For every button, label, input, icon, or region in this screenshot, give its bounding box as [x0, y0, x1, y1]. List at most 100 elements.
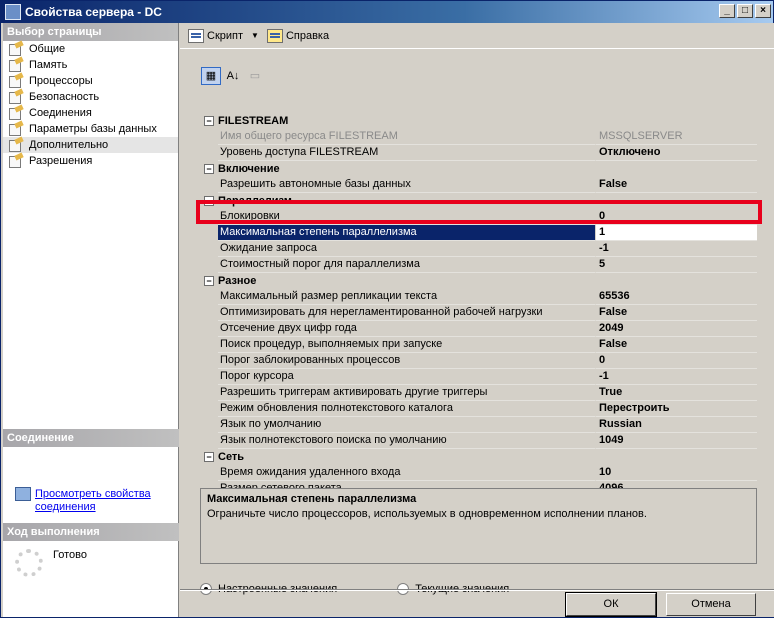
category-header[interactable]: − Включение [200, 161, 757, 177]
page-list: Общие Память Процессоры Безопасность Соедине… [3, 41, 178, 169]
property-row[interactable]: Ожидание запроса -1 [200, 241, 757, 257]
progress-status: Готово [53, 549, 87, 561]
grid-toolbar: ▦ A↓ ▭ [201, 67, 265, 85]
property-value[interactable]: 65536 [596, 289, 757, 305]
highlight-annotation-box [196, 200, 762, 224]
category-header[interactable]: − Сеть [200, 449, 757, 465]
page-item[interactable]: Соединения [3, 105, 178, 121]
property-value[interactable]: False [596, 177, 757, 193]
page-item[interactable]: Безопасность [3, 89, 178, 105]
property-row[interactable]: Стоимостный порог для параллелизма 5 [200, 257, 757, 273]
view-connection-properties-link[interactable]: Просмотреть свойства соединения [35, 488, 178, 514]
property-value[interactable]: True [596, 385, 757, 401]
category-header[interactable]: − Разное [200, 273, 757, 289]
ok-button[interactable]: ОК [565, 592, 657, 617]
property-name: Максимальный размер репликации текста [218, 289, 596, 305]
property-name: Оптимизировать для нерегламентированной … [218, 305, 596, 321]
property-row[interactable]: Оптимизировать для нерегламентированной … [200, 305, 757, 321]
property-row[interactable]: Разрешить триггерам активировать другие … [200, 385, 757, 401]
property-name: Время ожидания удаленного входа [218, 465, 596, 481]
property-name: Поиск процедур, выполняемых при запуске [218, 337, 596, 353]
property-value[interactable]: False [596, 305, 757, 321]
property-value[interactable]: Отключено [596, 145, 757, 161]
page-item[interactable]: Дополнительно [3, 137, 178, 153]
page-item[interactable]: Память [3, 57, 178, 73]
script-button[interactable]: Скрипт [184, 27, 247, 45]
row-gutter [200, 241, 218, 257]
script-label: Скрипт [207, 29, 244, 42]
property-value[interactable]: 1049 [596, 433, 757, 449]
page-item-label: Соединения [29, 107, 92, 119]
description-panel: Максимальная степень параллелизма Ограни… [200, 488, 757, 564]
property-value[interactable]: -1 [596, 369, 757, 385]
property-name: Язык полнотекстового поиска по умолчанию [218, 433, 596, 449]
property-value[interactable]: Перестроить [596, 401, 757, 417]
script-dropdown-icon[interactable]: ▼ [251, 31, 259, 40]
page-item-label: Дополнительно [29, 139, 109, 151]
property-name: Порог курсора [218, 369, 596, 385]
collapse-icon[interactable]: − [204, 276, 214, 286]
page-item[interactable]: Общие [3, 41, 178, 57]
property-value[interactable]: 10 [596, 465, 757, 481]
window-icon [5, 4, 21, 20]
alphabetical-sort-icon[interactable]: A↓ [223, 67, 243, 85]
property-row[interactable]: Порог курсора -1 [200, 369, 757, 385]
property-name: Ожидание запроса [218, 241, 596, 257]
property-name: Разрешить триггерам активировать другие … [218, 385, 596, 401]
property-row[interactable]: Режим обновления полнотекстового каталог… [200, 401, 757, 417]
property-value[interactable]: Russian [596, 417, 757, 433]
description-title: Максимальная степень параллелизма [207, 493, 417, 505]
property-row[interactable]: Время ожидания удаленного входа 10 [200, 465, 757, 481]
property-name: Имя общего ресурса FILESTREAM [218, 129, 596, 145]
cancel-button[interactable]: Отмена [666, 593, 756, 616]
property-value[interactable]: False [596, 337, 757, 353]
maximize-button[interactable]: □ [737, 4, 753, 18]
row-gutter [200, 289, 218, 305]
row-gutter [200, 129, 218, 145]
property-value[interactable]: 5 [596, 257, 757, 273]
row-gutter [200, 225, 218, 241]
page-item[interactable]: Параметры базы данных [3, 121, 178, 137]
property-row[interactable]: Отсечение двух цифр года 2049 [200, 321, 757, 337]
property-value[interactable]: -1 [596, 241, 757, 257]
section-header-pages: Выбор страницы [3, 23, 178, 41]
property-row[interactable]: Язык полнотекстового поиска по умолчанию… [200, 433, 757, 449]
title-bar: Свойства сервера - DC _ □ × [1, 1, 773, 23]
page-item[interactable]: Процессоры [3, 73, 178, 89]
collapse-icon[interactable]: − [204, 452, 214, 462]
property-value[interactable]: MSSQLSERVER [596, 129, 757, 145]
property-name: Уровень доступа FILESTREAM [218, 145, 596, 161]
property-row[interactable]: Имя общего ресурса FILESTREAM MSSQLSERVER [200, 129, 757, 145]
button-separator [180, 589, 774, 591]
collapse-icon[interactable]: − [204, 164, 214, 174]
left-panel: Выбор страницы Общие Память Процессоры Безо… [3, 23, 179, 617]
collapse-icon[interactable]: − [204, 116, 214, 126]
property-row[interactable]: Поиск процедур, выполняемых при запуске F… [200, 337, 757, 353]
category-header[interactable]: − FILESTREAM [200, 113, 757, 129]
script-icon [188, 28, 204, 43]
property-row[interactable]: Максимальный размер репликации текста 655… [200, 289, 757, 305]
property-name: Язык по умолчанию [218, 417, 596, 433]
section-header-progress: Ход выполнения [3, 523, 179, 541]
category-name: Сеть [218, 451, 245, 463]
property-pages-icon[interactable]: ▭ [245, 67, 265, 85]
row-gutter [200, 401, 218, 417]
property-row[interactable]: Порог заблокированных процессов 0 [200, 353, 757, 369]
property-row[interactable]: Максимальная степень параллелизма 1 [200, 225, 757, 241]
page-item-label: Общие [29, 43, 66, 55]
close-button[interactable]: × [755, 4, 771, 18]
property-row[interactable]: Уровень доступа FILESTREAM Отключено [200, 145, 757, 161]
help-button[interactable]: Справка [263, 27, 333, 45]
property-value[interactable]: 1 [596, 225, 757, 241]
minimize-button[interactable]: _ [719, 4, 735, 18]
property-value[interactable]: 0 [596, 353, 757, 369]
property-row[interactable]: Разрешить автономные базы данных False [200, 177, 757, 193]
property-value[interactable]: 2049 [596, 321, 757, 337]
property-name: Порог заблокированных процессов [218, 353, 596, 369]
page-item[interactable]: Разрешения [3, 153, 178, 169]
connection-properties-icon [15, 487, 31, 501]
page-icon [7, 154, 25, 168]
property-row[interactable]: Язык по умолчанию Russian [200, 417, 757, 433]
categorized-view-icon[interactable]: ▦ [201, 67, 221, 85]
row-gutter [200, 417, 218, 433]
